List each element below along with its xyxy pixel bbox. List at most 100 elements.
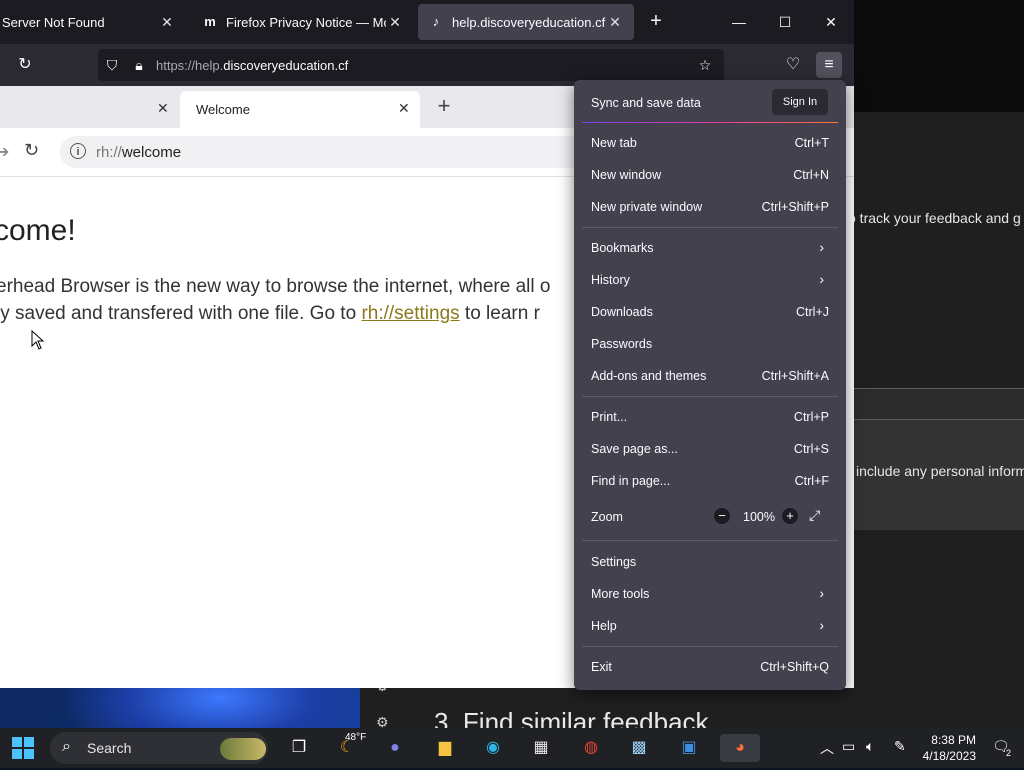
- network-icon[interactable]: ▭: [842, 738, 855, 755]
- clock-date: 4/18/2023: [922, 749, 976, 763]
- system-clock[interactable]: 8:38 PM 4/18/2023: [918, 732, 976, 764]
- chevron-right-icon: ›: [819, 617, 824, 633]
- file-explorer-icon[interactable]: ▆: [430, 734, 460, 762]
- url-bar[interactable]: ⛉ 🔒︎ https://help.discoveryeducation.cf …: [98, 49, 724, 81]
- inner-address-text[interactable]: rh://welcome: [96, 144, 181, 161]
- close-icon[interactable]: ✕: [386, 14, 404, 31]
- inner-tab-previous[interactable]: ✕: [0, 91, 178, 127]
- chevron-right-icon: ›: [819, 271, 824, 287]
- menu-item-bookmarks[interactable]: Bookmarks ›: [574, 233, 846, 263]
- inner-tab-welcome[interactable]: Welcome ✕: [180, 91, 420, 128]
- back-arrow-icon[interactable]: ➔: [0, 142, 9, 162]
- taskbar: ⌕ Search ❐ 48°F ☾ ● ▆ ◉ ▦ ◍ ▩ ▣ ◕ ︿ ▭ 🔈︎…: [0, 728, 1024, 768]
- fullscreen-icon[interactable]: ⤢: [809, 507, 820, 524]
- firefox-icon[interactable]: ◕: [720, 734, 760, 762]
- search-icon: ⌕: [62, 738, 71, 755]
- menu-item-find-in-page[interactable]: Find in page... Ctrl+F: [574, 466, 846, 496]
- lock-icon[interactable]: 🔒︎: [130, 56, 148, 74]
- tab-title: help.discoveryeducation.cf: [452, 14, 606, 30]
- task-view-icon[interactable]: ❐: [284, 734, 314, 762]
- hamburger-menu-icon[interactable]: ≡: [816, 52, 842, 78]
- url-text[interactable]: https://help.discoveryeducation.cf: [156, 58, 348, 73]
- close-window-button[interactable]: ✕: [808, 8, 854, 36]
- remote-desktop-icon[interactable]: ▣: [674, 734, 704, 762]
- teams-chat-icon[interactable]: ●: [380, 734, 410, 762]
- tab-title: Server Not Found: [2, 14, 105, 30]
- welcome-paragraph-line2: ly saved and transfered with one file. G…: [0, 303, 540, 325]
- menu-item-new-private-window[interactable]: New private window Ctrl+Shift+P: [574, 192, 846, 222]
- tab-firefox-privacy-notice[interactable]: m Firefox Privacy Notice — Mozill ✕: [192, 4, 414, 40]
- welcome-heading: come!: [0, 214, 76, 247]
- search-label: Search: [87, 740, 132, 756]
- inner-new-tab-button[interactable]: +: [432, 94, 456, 118]
- zoom-in-button[interactable]: +: [782, 508, 798, 524]
- line2-text: ly saved and transfered with one file. G…: [0, 303, 362, 324]
- minimize-button[interactable]: —: [716, 8, 762, 36]
- windows-start-icon[interactable]: [12, 737, 34, 759]
- maximize-button[interactable]: ☐: [762, 8, 808, 36]
- mozilla-favicon-icon: m: [204, 14, 216, 29]
- inner-reload-icon[interactable]: ↻: [24, 140, 39, 161]
- inner-tab-title: Welcome: [196, 102, 250, 117]
- tab-title: Firefox Privacy Notice — Mozill: [226, 14, 386, 30]
- tab-bar: Server Not Found ✕ m Firefox Privacy Not…: [0, 0, 854, 44]
- welcome-paragraph-line1: erhead Browser is the new way to browse …: [0, 276, 551, 297]
- line2-tail: to learn r: [459, 303, 540, 324]
- menu-item-zoom: Zoom − 100% + ⤢: [591, 507, 821, 524]
- menu-separator: [582, 540, 838, 541]
- menu-item-more-tools[interactable]: More tools ›: [574, 579, 846, 609]
- photos-app-icon[interactable]: ▩: [624, 734, 654, 762]
- weather-icon[interactable]: ☾: [332, 734, 362, 762]
- menu-separator: [582, 227, 838, 228]
- taskbar-search-box[interactable]: ⌕ Search: [50, 732, 268, 764]
- app-menu-panel: Sync and save data Sign In New tab Ctrl+T…: [574, 80, 846, 690]
- menu-item-print[interactable]: Print... Ctrl+P: [574, 402, 846, 432]
- menu-separator: [582, 646, 838, 647]
- menu-item-new-window[interactable]: New window Ctrl+N: [574, 160, 846, 190]
- notification-count: 2: [1006, 748, 1012, 758]
- edge-browser-icon[interactable]: ◉: [478, 734, 508, 762]
- info-icon[interactable]: i: [70, 143, 86, 159]
- menu-item-help[interactable]: Help ›: [574, 611, 846, 641]
- reload-icon[interactable]: ↻: [12, 52, 38, 78]
- tab-help-discoveryeducation[interactable]: ♪ help.discoveryeducation.cf ✕: [418, 4, 634, 40]
- close-icon[interactable]: ✕: [157, 100, 169, 117]
- close-icon[interactable]: ✕: [606, 14, 624, 31]
- menu-item-save-page-as[interactable]: Save page as... Ctrl+S: [574, 434, 846, 464]
- shield-icon[interactable]: ⛉: [103, 56, 121, 74]
- chevron-up-icon[interactable]: ︿: [820, 738, 834, 758]
- chevron-right-icon: ›: [819, 239, 824, 255]
- background-text-feedback: o track your feedback and g: [848, 210, 1021, 226]
- menu-item-new-tab[interactable]: New tab Ctrl+T: [574, 128, 846, 158]
- menu-item-exit[interactable]: Exit Ctrl+Shift+Q: [574, 652, 846, 682]
- sign-in-button[interactable]: Sign In: [772, 89, 828, 115]
- background-band: [840, 388, 1024, 419]
- chrome-icon[interactable]: ◍: [576, 734, 606, 762]
- clock-time: 8:38 PM: [931, 733, 976, 747]
- tab-server-not-found[interactable]: Server Not Found ✕: [0, 4, 186, 40]
- close-icon[interactable]: ✕: [158, 14, 176, 31]
- volume-icon[interactable]: 🔈︎: [866, 738, 874, 755]
- star-icon[interactable]: ☆: [696, 56, 714, 74]
- zoom-level[interactable]: 100%: [743, 510, 775, 524]
- chevron-right-icon: ›: [819, 585, 824, 601]
- search-highlight-art: [220, 738, 266, 760]
- settings-link[interactable]: rh://settings: [361, 303, 459, 324]
- pocket-icon[interactable]: ♡: [780, 52, 806, 78]
- sync-divider: [582, 122, 838, 123]
- menu-item-settings[interactable]: Settings: [574, 547, 846, 577]
- inner-address-bar[interactable]: i rh://welcome: [60, 136, 620, 168]
- music-favicon-icon: ♪: [432, 14, 440, 29]
- pen-icon[interactable]: ✎: [894, 738, 906, 755]
- zoom-out-button[interactable]: −: [714, 508, 730, 524]
- background-text-personal: include any personal inform: [856, 463, 1024, 479]
- new-tab-button[interactable]: +: [644, 10, 668, 34]
- menu-item-addons-themes[interactable]: Add-ons and themes Ctrl+Shift+A: [574, 361, 846, 391]
- menu-item-passwords[interactable]: Passwords: [574, 329, 846, 359]
- menu-item-history[interactable]: History ›: [574, 265, 846, 295]
- mouse-cursor-icon: [31, 330, 45, 350]
- microsoft-store-icon[interactable]: ▦: [526, 734, 556, 762]
- menu-separator: [582, 396, 838, 397]
- close-icon[interactable]: ✕: [398, 100, 410, 117]
- menu-item-downloads[interactable]: Downloads Ctrl+J: [574, 297, 846, 327]
